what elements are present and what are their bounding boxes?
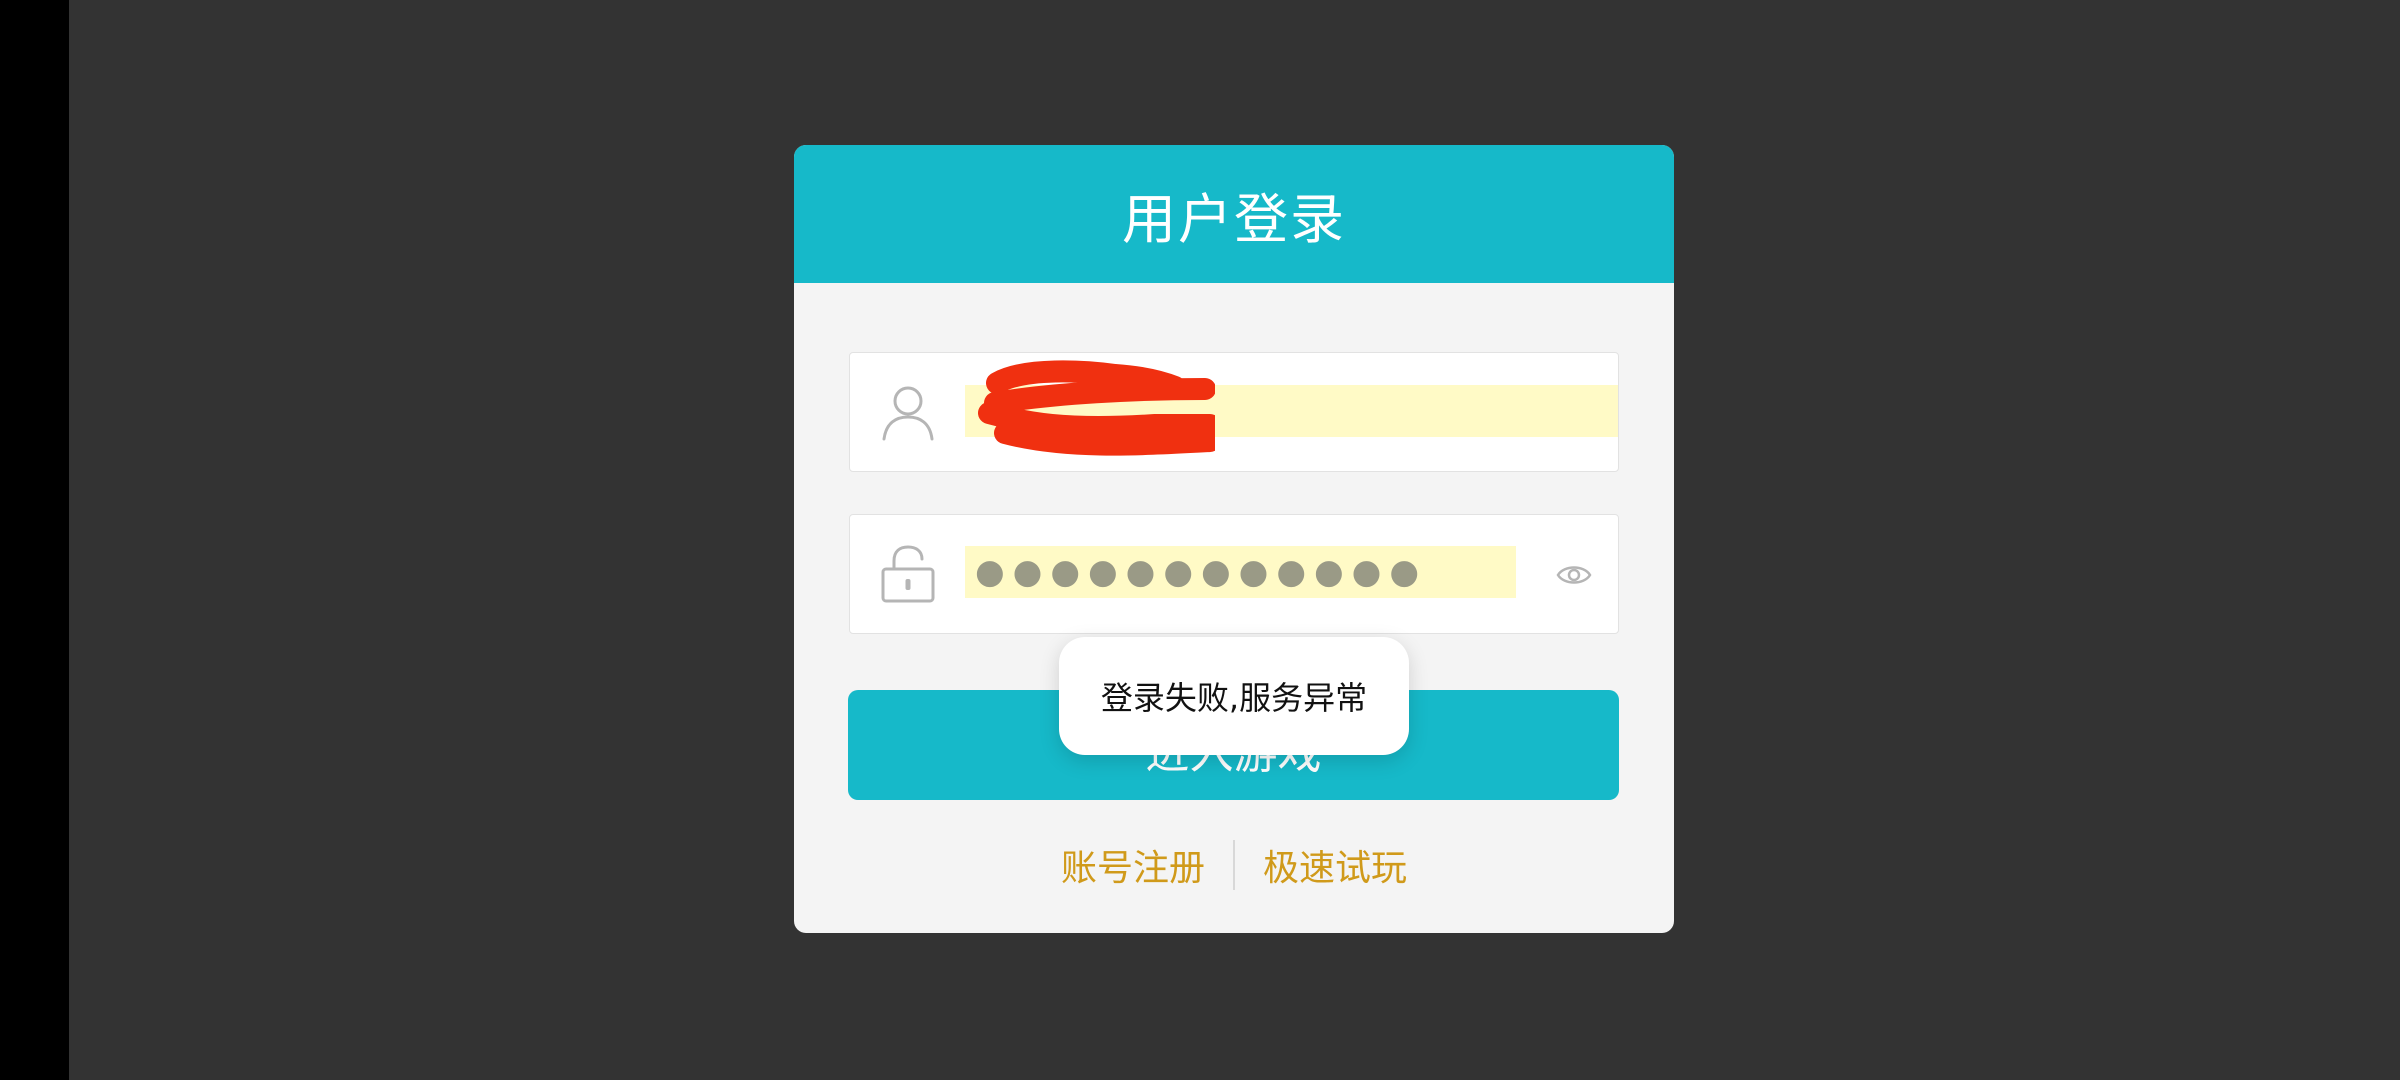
quick-play-link[interactable]: 极速试玩 — [1235, 839, 1435, 891]
user-icon — [882, 386, 934, 441]
username-value-redacted — [965, 385, 1618, 437]
username-input[interactable] — [965, 385, 1618, 437]
eye-icon[interactable] — [1556, 557, 1592, 593]
app-screen: 用户登录 ●●●●●●●●●●●● 账号注册 极速试玩 登录失败,服务异常 — [0, 0, 2400, 1080]
dialog-title: 用户登录 — [1122, 187, 1346, 251]
login-dialog: 用户登录 ●●●●●●●●●●●● 账号注册 极速试玩 — [794, 145, 1674, 933]
left-edge-bar — [0, 0, 69, 1080]
dialog-header: 用户登录 — [794, 145, 1674, 283]
username-field[interactable] — [849, 352, 1619, 472]
password-masked-value: ●●●●●●●●●●●● — [975, 552, 1428, 592]
password-field[interactable]: ●●●●●●●●●●●● — [849, 514, 1619, 634]
toast-message: 登录失败,服务异常 — [1100, 679, 1368, 717]
password-input[interactable]: ●●●●●●●●●●●● — [965, 546, 1516, 598]
unlock-icon — [881, 545, 935, 603]
error-toast: 登录失败,服务异常 — [1059, 637, 1409, 755]
register-link[interactable]: 账号注册 — [1033, 839, 1233, 891]
footer-links: 账号注册 极速试玩 — [794, 835, 1674, 895]
